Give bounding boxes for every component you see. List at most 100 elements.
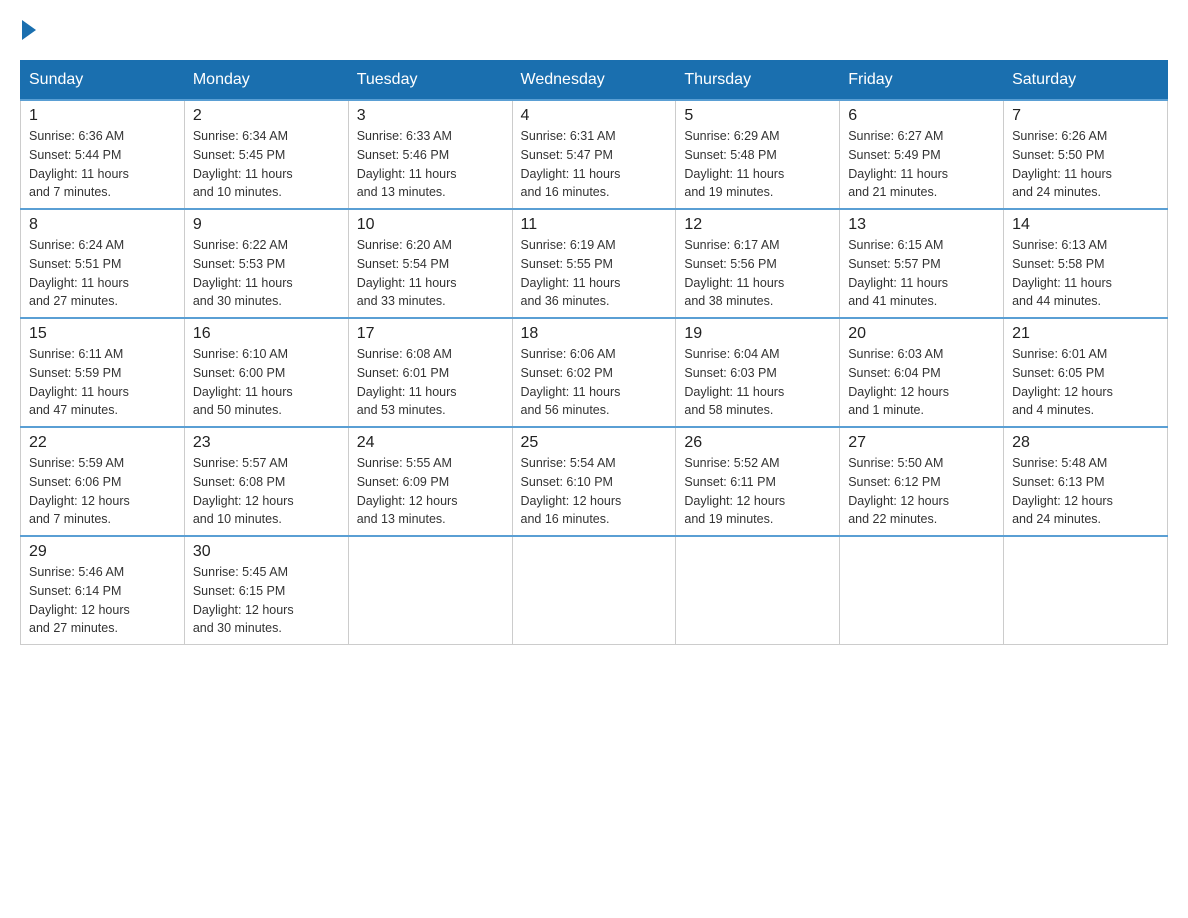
day-info: Sunrise: 6:03 AMSunset: 6:04 PMDaylight:… xyxy=(848,345,995,420)
day-info: Sunrise: 5:59 AMSunset: 6:06 PMDaylight:… xyxy=(29,454,176,529)
day-number: 19 xyxy=(684,325,831,343)
day-info: Sunrise: 6:31 AMSunset: 5:47 PMDaylight:… xyxy=(521,127,668,202)
calendar-cell: 27 Sunrise: 5:50 AMSunset: 6:12 PMDayligh… xyxy=(840,427,1004,536)
day-number: 26 xyxy=(684,434,831,452)
calendar-cell: 19 Sunrise: 6:04 AMSunset: 6:03 PMDayligh… xyxy=(676,318,840,427)
day-info: Sunrise: 6:15 AMSunset: 5:57 PMDaylight:… xyxy=(848,236,995,311)
day-number: 17 xyxy=(357,325,504,343)
calendar-cell: 4 Sunrise: 6:31 AMSunset: 5:47 PMDaylight… xyxy=(512,100,676,209)
day-info: Sunrise: 5:54 AMSunset: 6:10 PMDaylight:… xyxy=(521,454,668,529)
calendar-cell: 15 Sunrise: 6:11 AMSunset: 5:59 PMDayligh… xyxy=(21,318,185,427)
calendar-cell: 23 Sunrise: 5:57 AMSunset: 6:08 PMDayligh… xyxy=(184,427,348,536)
calendar-cell: 25Sunrise: 5:54 AMSunset: 6:10 PMDayligh… xyxy=(512,427,676,536)
day-info: Sunrise: 6:29 AMSunset: 5:48 PMDaylight:… xyxy=(684,127,831,202)
calendar-cell xyxy=(840,536,1004,645)
calendar-header-row: SundayMondayTuesdayWednesdayThursdayFrid… xyxy=(21,61,1168,101)
day-info: Sunrise: 6:22 AMSunset: 5:53 PMDaylight:… xyxy=(193,236,340,311)
calendar-cell: 2Sunrise: 6:34 AMSunset: 5:45 PMDaylight… xyxy=(184,100,348,209)
day-info: Sunrise: 5:50 AMSunset: 6:12 PMDaylight:… xyxy=(848,454,995,529)
day-info: Sunrise: 6:13 AMSunset: 5:58 PMDaylight:… xyxy=(1012,236,1159,311)
logo xyxy=(20,20,38,40)
day-number: 7 xyxy=(1012,107,1159,125)
day-number: 5 xyxy=(684,107,831,125)
calendar-cell xyxy=(512,536,676,645)
day-number: 14 xyxy=(1012,216,1159,234)
calendar-cell: 12 Sunrise: 6:17 AMSunset: 5:56 PMDayligh… xyxy=(676,209,840,318)
calendar-week-row: 1 Sunrise: 6:36 AMSunset: 5:44 PMDaylight… xyxy=(21,100,1168,209)
day-number: 20 xyxy=(848,325,995,343)
calendar-cell: 24Sunrise: 5:55 AMSunset: 6:09 PMDayligh… xyxy=(348,427,512,536)
calendar-cell: 3 Sunrise: 6:33 AMSunset: 5:46 PMDaylight… xyxy=(348,100,512,209)
calendar-cell: 30 Sunrise: 5:45 AMSunset: 6:15 PMDayligh… xyxy=(184,536,348,645)
calendar-cell: 29 Sunrise: 5:46 AMSunset: 6:14 PMDayligh… xyxy=(21,536,185,645)
day-number: 18 xyxy=(521,325,668,343)
day-info: Sunrise: 6:08 AMSunset: 6:01 PMDaylight:… xyxy=(357,345,504,420)
day-info: Sunrise: 5:45 AMSunset: 6:15 PMDaylight:… xyxy=(193,563,340,638)
day-number: 29 xyxy=(29,543,176,561)
day-number: 4 xyxy=(521,107,668,125)
calendar-cell: 1 Sunrise: 6:36 AMSunset: 5:44 PMDaylight… xyxy=(21,100,185,209)
day-info: Sunrise: 5:46 AMSunset: 6:14 PMDaylight:… xyxy=(29,563,176,638)
calendar-header-monday: Monday xyxy=(184,61,348,101)
day-info: Sunrise: 6:01 AMSunset: 6:05 PMDaylight:… xyxy=(1012,345,1159,420)
day-number: 6 xyxy=(848,107,995,125)
logo-arrow-icon xyxy=(22,20,36,40)
calendar-cell: 14 Sunrise: 6:13 AMSunset: 5:58 PMDayligh… xyxy=(1004,209,1168,318)
day-number: 27 xyxy=(848,434,995,452)
calendar-header-thursday: Thursday xyxy=(676,61,840,101)
day-info: Sunrise: 6:19 AMSunset: 5:55 PMDaylight:… xyxy=(521,236,668,311)
calendar-header-tuesday: Tuesday xyxy=(348,61,512,101)
day-number: 3 xyxy=(357,107,504,125)
day-info: Sunrise: 6:10 AMSunset: 6:00 PMDaylight:… xyxy=(193,345,340,420)
calendar-cell: 20 Sunrise: 6:03 AMSunset: 6:04 PMDayligh… xyxy=(840,318,1004,427)
day-number: 22 xyxy=(29,434,176,452)
calendar-table: SundayMondayTuesdayWednesdayThursdayFrid… xyxy=(20,60,1168,645)
day-number: 8 xyxy=(29,216,176,234)
calendar-cell: 6 Sunrise: 6:27 AMSunset: 5:49 PMDaylight… xyxy=(840,100,1004,209)
calendar-cell: 16 Sunrise: 6:10 AMSunset: 6:00 PMDayligh… xyxy=(184,318,348,427)
day-info: Sunrise: 6:27 AMSunset: 5:49 PMDaylight:… xyxy=(848,127,995,202)
page-header xyxy=(20,20,1168,40)
day-number: 12 xyxy=(684,216,831,234)
day-info: Sunrise: 6:04 AMSunset: 6:03 PMDaylight:… xyxy=(684,345,831,420)
day-info: Sunrise: 5:52 AMSunset: 6:11 PMDaylight:… xyxy=(684,454,831,529)
day-number: 28 xyxy=(1012,434,1159,452)
calendar-cell: 5 Sunrise: 6:29 AMSunset: 5:48 PMDaylight… xyxy=(676,100,840,209)
calendar-header-wednesday: Wednesday xyxy=(512,61,676,101)
day-number: 15 xyxy=(29,325,176,343)
day-number: 2 xyxy=(193,107,340,125)
calendar-week-row: 15 Sunrise: 6:11 AMSunset: 5:59 PMDayligh… xyxy=(21,318,1168,427)
day-number: 1 xyxy=(29,107,176,125)
calendar-header-sunday: Sunday xyxy=(21,61,185,101)
calendar-cell: 21 Sunrise: 6:01 AMSunset: 6:05 PMDayligh… xyxy=(1004,318,1168,427)
day-info: Sunrise: 6:36 AMSunset: 5:44 PMDaylight:… xyxy=(29,127,176,202)
calendar-cell: 10Sunrise: 6:20 AMSunset: 5:54 PMDayligh… xyxy=(348,209,512,318)
day-info: Sunrise: 5:48 AMSunset: 6:13 PMDaylight:… xyxy=(1012,454,1159,529)
day-info: Sunrise: 6:26 AMSunset: 5:50 PMDaylight:… xyxy=(1012,127,1159,202)
calendar-cell: 26 Sunrise: 5:52 AMSunset: 6:11 PMDayligh… xyxy=(676,427,840,536)
day-info: Sunrise: 6:24 AMSunset: 5:51 PMDaylight:… xyxy=(29,236,176,311)
calendar-cell: 8 Sunrise: 6:24 AMSunset: 5:51 PMDaylight… xyxy=(21,209,185,318)
calendar-cell: 13 Sunrise: 6:15 AMSunset: 5:57 PMDayligh… xyxy=(840,209,1004,318)
day-number: 13 xyxy=(848,216,995,234)
day-info: Sunrise: 5:57 AMSunset: 6:08 PMDaylight:… xyxy=(193,454,340,529)
calendar-cell: 22 Sunrise: 5:59 AMSunset: 6:06 PMDayligh… xyxy=(21,427,185,536)
day-number: 23 xyxy=(193,434,340,452)
day-number: 16 xyxy=(193,325,340,343)
day-number: 30 xyxy=(193,543,340,561)
day-number: 11 xyxy=(521,216,668,234)
calendar-cell: 17 Sunrise: 6:08 AMSunset: 6:01 PMDayligh… xyxy=(348,318,512,427)
calendar-week-row: 29 Sunrise: 5:46 AMSunset: 6:14 PMDayligh… xyxy=(21,536,1168,645)
calendar-header-friday: Friday xyxy=(840,61,1004,101)
calendar-cell: 9 Sunrise: 6:22 AMSunset: 5:53 PMDaylight… xyxy=(184,209,348,318)
day-number: 9 xyxy=(193,216,340,234)
day-info: Sunrise: 6:17 AMSunset: 5:56 PMDaylight:… xyxy=(684,236,831,311)
calendar-week-row: 22 Sunrise: 5:59 AMSunset: 6:06 PMDayligh… xyxy=(21,427,1168,536)
day-info: Sunrise: 6:11 AMSunset: 5:59 PMDaylight:… xyxy=(29,345,176,420)
day-info: Sunrise: 6:33 AMSunset: 5:46 PMDaylight:… xyxy=(357,127,504,202)
day-info: Sunrise: 6:06 AMSunset: 6:02 PMDaylight:… xyxy=(521,345,668,420)
day-number: 21 xyxy=(1012,325,1159,343)
day-info: Sunrise: 5:55 AMSunset: 6:09 PMDaylight:… xyxy=(357,454,504,529)
calendar-cell: 7 Sunrise: 6:26 AMSunset: 5:50 PMDaylight… xyxy=(1004,100,1168,209)
calendar-header-saturday: Saturday xyxy=(1004,61,1168,101)
